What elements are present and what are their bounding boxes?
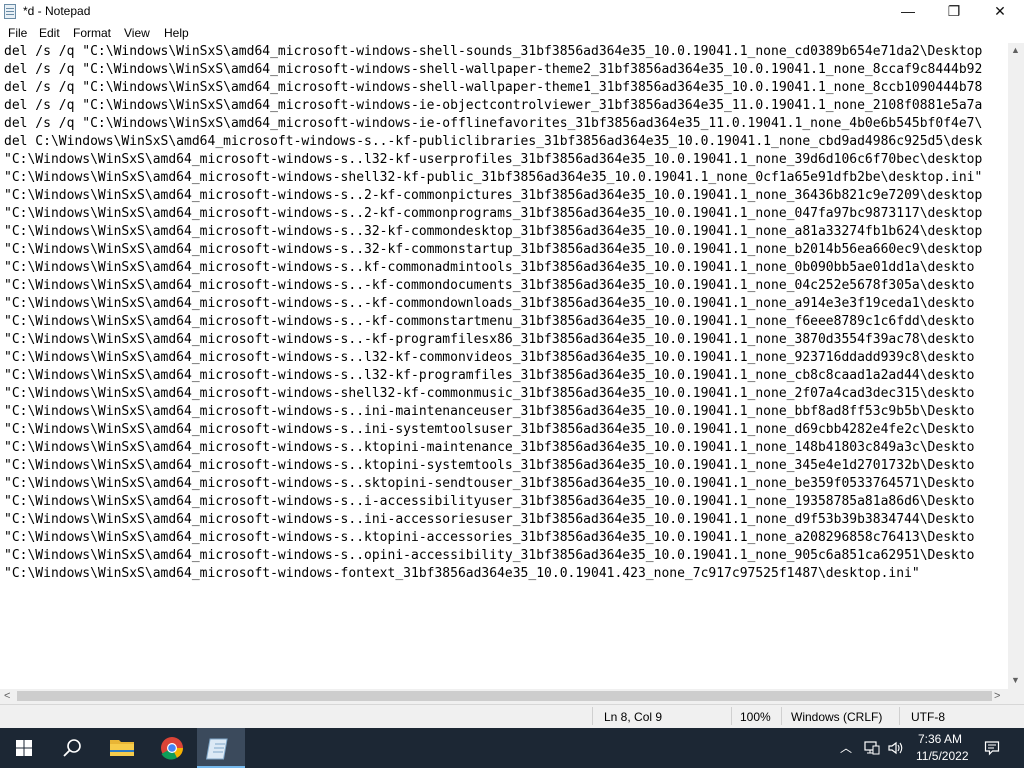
title-bar[interactable]: *d - Notepad — ❐ ✕ (0, 0, 1024, 24)
scroll-left-arrow-icon[interactable]: < (4, 690, 10, 702)
text-line: "C:\Windows\WinSxS\amd64_microsoft-windo… (4, 350, 975, 365)
search-icon (63, 739, 81, 757)
scroll-up-arrow-icon[interactable]: ▲ (1011, 45, 1020, 55)
text-editor[interactable]: del /s /q "C:\Windows\WinSxS\amd64_micro… (0, 43, 1008, 689)
menu-help[interactable]: Help (164, 26, 189, 40)
text-line: del /s /q "C:\Windows\WinSxS\amd64_micro… (4, 44, 983, 59)
file-explorer-button[interactable] (98, 728, 146, 768)
scroll-down-arrow-icon[interactable]: ▼ (1011, 675, 1020, 685)
search-button[interactable] (48, 728, 96, 768)
close-button[interactable]: ✕ (977, 0, 1023, 24)
text-line: "C:\Windows\WinSxS\amd64_microsoft-windo… (4, 476, 975, 491)
notepad-icon (205, 738, 228, 760)
menu-file[interactable]: File (8, 26, 27, 40)
line-ending: Windows (CRLF) (791, 710, 883, 724)
text-line: "C:\Windows\WinSxS\amd64_microsoft-windo… (4, 260, 975, 275)
vertical-scrollbar[interactable]: ▲ ▼ (1008, 43, 1024, 689)
text-line: "C:\Windows\WinSxS\amd64_microsoft-windo… (4, 206, 983, 221)
encoding: UTF-8 (911, 710, 945, 724)
zoom-level: 100% (740, 710, 771, 724)
text-line: "C:\Windows\WinSxS\amd64_microsoft-windo… (4, 548, 975, 563)
text-line: "C:\Windows\WinSxS\amd64_microsoft-windo… (4, 386, 975, 401)
text-line: "C:\Windows\WinSxS\amd64_microsoft-windo… (4, 494, 975, 509)
notepad-app-icon[interactable] (4, 4, 16, 19)
text-line: del C:\Windows\WinSxS\amd64_microsoft-wi… (4, 134, 983, 149)
taskbar: ︿ 7:36 AM 11/5/2022 (0, 728, 1024, 768)
text-line: del /s /q "C:\Windows\WinSxS\amd64_micro… (4, 116, 983, 131)
text-line: "C:\Windows\WinSxS\amd64_microsoft-windo… (4, 422, 975, 437)
chrome-icon (161, 737, 183, 760)
text-line: "C:\Windows\WinSxS\amd64_microsoft-windo… (4, 152, 983, 167)
folder-icon (110, 740, 134, 756)
text-line: "C:\Windows\WinSxS\amd64_microsoft-windo… (4, 170, 983, 185)
text-line: "C:\Windows\WinSxS\amd64_microsoft-windo… (4, 314, 975, 329)
network-icon[interactable] (864, 740, 880, 756)
text-line: del /s /q "C:\Windows\WinSxS\amd64_micro… (4, 80, 983, 95)
scrollbar-corner (1008, 689, 1024, 704)
text-line: del /s /q "C:\Windows\WinSxS\amd64_micro… (4, 62, 983, 77)
text-line: "C:\Windows\WinSxS\amd64_microsoft-windo… (4, 296, 975, 311)
clock-time[interactable]: 7:36 AM (918, 732, 962, 746)
volume-icon[interactable] (887, 740, 903, 756)
menu-format[interactable]: Format (73, 26, 111, 40)
maximize-button[interactable]: ❐ (931, 0, 977, 24)
status-divider (781, 707, 782, 725)
menu-bar: File Edit Format View Help (0, 24, 1024, 43)
text-line: "C:\Windows\WinSxS\amd64_microsoft-windo… (4, 242, 983, 257)
status-divider (731, 707, 732, 725)
text-line: "C:\Windows\WinSxS\amd64_microsoft-windo… (4, 368, 975, 383)
chrome-button[interactable] (148, 728, 196, 768)
text-line: del /s /q "C:\Windows\WinSxS\amd64_micro… (4, 98, 983, 113)
text-line: "C:\Windows\WinSxS\amd64_microsoft-windo… (4, 458, 975, 473)
scroll-right-arrow-icon[interactable]: > (994, 690, 1000, 702)
menu-edit[interactable]: Edit (39, 26, 60, 40)
text-line: "C:\Windows\WinSxS\amd64_microsoft-windo… (4, 530, 975, 545)
horizontal-scrollbar[interactable]: < > (0, 689, 1008, 704)
text-line: "C:\Windows\WinSxS\amd64_microsoft-windo… (4, 332, 975, 347)
notification-icon[interactable] (984, 740, 1000, 756)
cursor-position: Ln 8, Col 9 (604, 710, 663, 724)
start-button[interactable] (0, 728, 48, 768)
status-divider (899, 707, 900, 725)
status-divider (592, 707, 593, 725)
text-line: "C:\Windows\WinSxS\amd64_microsoft-windo… (4, 224, 983, 239)
text-line: "C:\Windows\WinSxS\amd64_microsoft-windo… (4, 188, 983, 203)
text-line: "C:\Windows\WinSxS\amd64_microsoft-windo… (4, 278, 975, 293)
window-title: *d - Notepad (23, 4, 91, 18)
windows-logo-icon (16, 740, 32, 756)
text-line: "C:\Windows\WinSxS\amd64_microsoft-windo… (4, 566, 920, 581)
text-line: "C:\Windows\WinSxS\amd64_microsoft-windo… (4, 512, 975, 527)
menu-view[interactable]: View (124, 26, 150, 40)
text-line: "C:\Windows\WinSxS\amd64_microsoft-windo… (4, 440, 975, 455)
clock-date[interactable]: 11/5/2022 (916, 749, 969, 763)
minimize-button[interactable]: — (885, 0, 931, 24)
text-line: "C:\Windows\WinSxS\amd64_microsoft-windo… (4, 404, 975, 419)
notepad-taskbar-button[interactable] (197, 728, 245, 768)
status-bar: Ln 8, Col 9 100% Windows (CRLF) UTF-8 (0, 704, 1024, 728)
horizontal-scroll-thumb[interactable] (17, 691, 992, 701)
chevron-up-icon[interactable]: ︿ (840, 739, 852, 756)
